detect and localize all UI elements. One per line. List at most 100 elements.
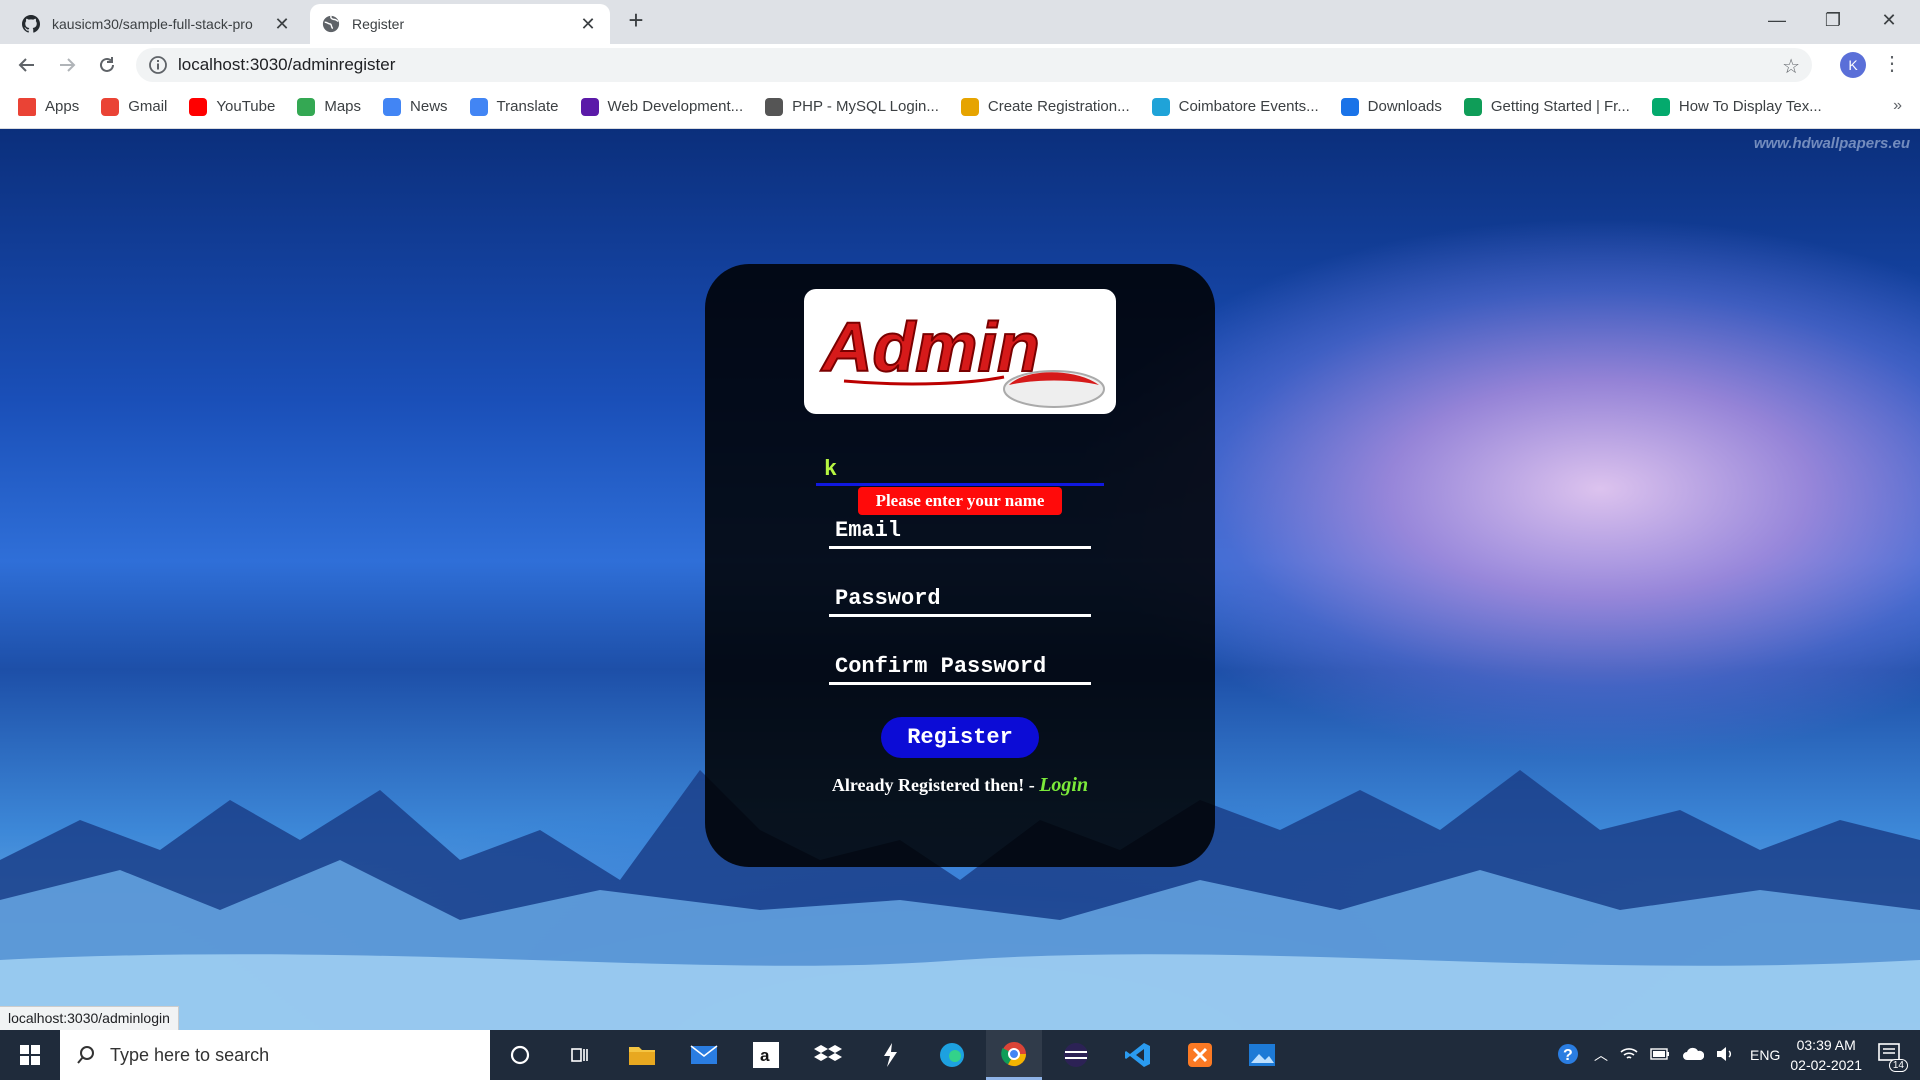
notifications-button[interactable]: 14 — [1878, 1042, 1908, 1072]
admin-logo: Admin — [804, 289, 1116, 414]
task-view-button[interactable] — [552, 1030, 608, 1080]
start-button[interactable] — [0, 1030, 60, 1080]
tab-register[interactable]: Register ✕ — [310, 4, 610, 44]
wifi-icon[interactable] — [1620, 1046, 1638, 1065]
vscode-icon — [1125, 1043, 1150, 1067]
login-prompt: Already Registered then! - Login — [705, 774, 1215, 797]
profile-avatar[interactable]: K — [1840, 52, 1866, 78]
bookmark-item[interactable]: YouTube — [189, 97, 276, 116]
news-icon — [383, 97, 402, 116]
bookmark-item[interactable]: How To Display Tex... — [1651, 97, 1822, 116]
address-bar[interactable]: localhost:3030/adminregister ☆ — [136, 48, 1812, 82]
battery-icon[interactable] — [1650, 1047, 1670, 1063]
register-button[interactable]: Register — [881, 717, 1039, 758]
bookmark-item[interactable]: News — [383, 97, 448, 116]
bookmark-item[interactable]: Gmail — [101, 97, 167, 116]
photos-button[interactable] — [1234, 1030, 1290, 1080]
amazon-button[interactable]: a — [738, 1030, 794, 1080]
clock[interactable]: 03:39 AM 02-02-2021 — [1790, 1035, 1862, 1075]
bookmark-label: Getting Started | Fr... — [1490, 98, 1630, 115]
info-icon[interactable] — [148, 55, 168, 75]
status-url-bubble: localhost:3030/adminlogin — [0, 1006, 179, 1030]
tab-github[interactable]: kausicm30/sample-full-stack-pro ✕ — [10, 4, 304, 44]
windows-taskbar: Type here to search a ? ︿ ENG 03:39 AM 0… — [0, 1030, 1920, 1080]
download-icon — [1340, 97, 1359, 116]
dropbox-button[interactable] — [800, 1030, 856, 1080]
chevron-up-icon[interactable]: ︿ — [1594, 1045, 1608, 1065]
onedrive-icon[interactable] — [1682, 1047, 1705, 1064]
bookmark-item[interactable]: Translate — [469, 97, 559, 116]
bookmark-item[interactable]: Web Development... — [580, 97, 743, 116]
bookmark-item[interactable]: Coimbatore Events... — [1151, 97, 1319, 116]
mail-button[interactable] — [676, 1030, 732, 1080]
bookmark-item[interactable]: Downloads — [1340, 97, 1442, 116]
bookmark-label: YouTube — [216, 98, 276, 115]
chrome-icon — [1001, 1041, 1026, 1066]
edge-icon — [940, 1043, 964, 1067]
help-icon[interactable]: ? — [1556, 1042, 1580, 1069]
youtube-icon — [189, 97, 208, 116]
cortana-button[interactable] — [492, 1030, 548, 1080]
bookmark-item[interactable]: PHP - MySQL Login... — [765, 97, 939, 116]
task-view-icon — [571, 1048, 588, 1062]
clock-time: 03:39 AM — [1796, 1037, 1856, 1053]
new-tab-button[interactable]: + — [622, 6, 650, 34]
tool-button[interactable] — [862, 1030, 918, 1080]
login-link[interactable]: Login — [1039, 774, 1088, 796]
browser-toolbar: localhost:3030/adminregister ☆ K ⋮ — [0, 44, 1920, 85]
taskbar-search[interactable]: Type here to search — [60, 1030, 490, 1080]
apps-grid-icon — [18, 97, 36, 116]
notification-count: 14 — [1888, 1058, 1908, 1072]
bookmark-star-icon[interactable]: ☆ — [1782, 54, 1800, 79]
menu-kebab-icon[interactable]: ⋮ — [1882, 52, 1902, 76]
back-button[interactable] — [12, 50, 42, 80]
github-icon — [22, 15, 40, 33]
confirm-password-field[interactable] — [829, 651, 1091, 685]
chrome-button[interactable] — [986, 1030, 1042, 1080]
password-field[interactable] — [829, 583, 1091, 617]
forward-button[interactable] — [52, 50, 82, 80]
drive-icon — [1463, 97, 1482, 116]
clock-date: 02-02-2021 — [1790, 1057, 1862, 1073]
bookmark-item[interactable]: Maps — [297, 97, 361, 116]
bookmark-item[interactable]: Getting Started | Fr... — [1463, 97, 1630, 116]
register-card: Admin Please enter your name Register Al… — [705, 264, 1215, 867]
email-field[interactable] — [829, 515, 1091, 549]
svg-text:a: a — [760, 1046, 770, 1065]
close-tab-icon[interactable]: ✕ — [578, 14, 598, 35]
bookmarks-overflow-icon[interactable]: » — [1893, 97, 1902, 115]
gmail-icon — [101, 97, 120, 116]
mail-icon — [690, 1045, 718, 1064]
login-prompt-text: Already Registered then! - — [831, 775, 1040, 795]
search-placeholder: Type here to search — [110, 1044, 270, 1065]
restore-button[interactable]: ❐ — [1806, 0, 1860, 40]
eclipse-button[interactable] — [1048, 1030, 1104, 1080]
arrow-right-icon — [60, 58, 76, 72]
bookmark-label: PHP - MySQL Login... — [792, 98, 939, 115]
bookmark-label: Translate — [496, 98, 559, 115]
w3schools-icon — [1651, 97, 1670, 116]
minimize-button[interactable]: — — [1750, 0, 1804, 40]
edge-button[interactable] — [924, 1030, 980, 1080]
reload-icon — [100, 57, 114, 72]
tab-title: Register — [352, 16, 405, 32]
cortana-icon — [510, 1045, 530, 1065]
name-input[interactable] — [816, 456, 1104, 486]
bookmark-item[interactable]: Create Registration... — [960, 97, 1130, 116]
bookmark-item[interactable]: Apps — [18, 97, 79, 116]
url-host: localhost:3030 — [178, 55, 288, 74]
events-icon — [1151, 97, 1170, 116]
language-indicator[interactable]: ENG — [1750, 1047, 1780, 1063]
volume-icon[interactable] — [1716, 1046, 1736, 1065]
name-error-tooltip: Please enter your name — [858, 487, 1062, 515]
close-tab-icon[interactable]: ✕ — [272, 14, 292, 35]
eclipse-icon — [1064, 1043, 1088, 1067]
reload-button[interactable] — [92, 50, 122, 80]
svg-text:?: ? — [1563, 1047, 1573, 1064]
file-explorer-button[interactable] — [614, 1030, 670, 1080]
vscode-button[interactable] — [1110, 1030, 1166, 1080]
xampp-button[interactable] — [1172, 1030, 1228, 1080]
close-window-button[interactable]: ✕ — [1862, 0, 1916, 40]
admin-logo-image: Admin — [819, 307, 1105, 408]
globe-icon — [322, 15, 340, 33]
